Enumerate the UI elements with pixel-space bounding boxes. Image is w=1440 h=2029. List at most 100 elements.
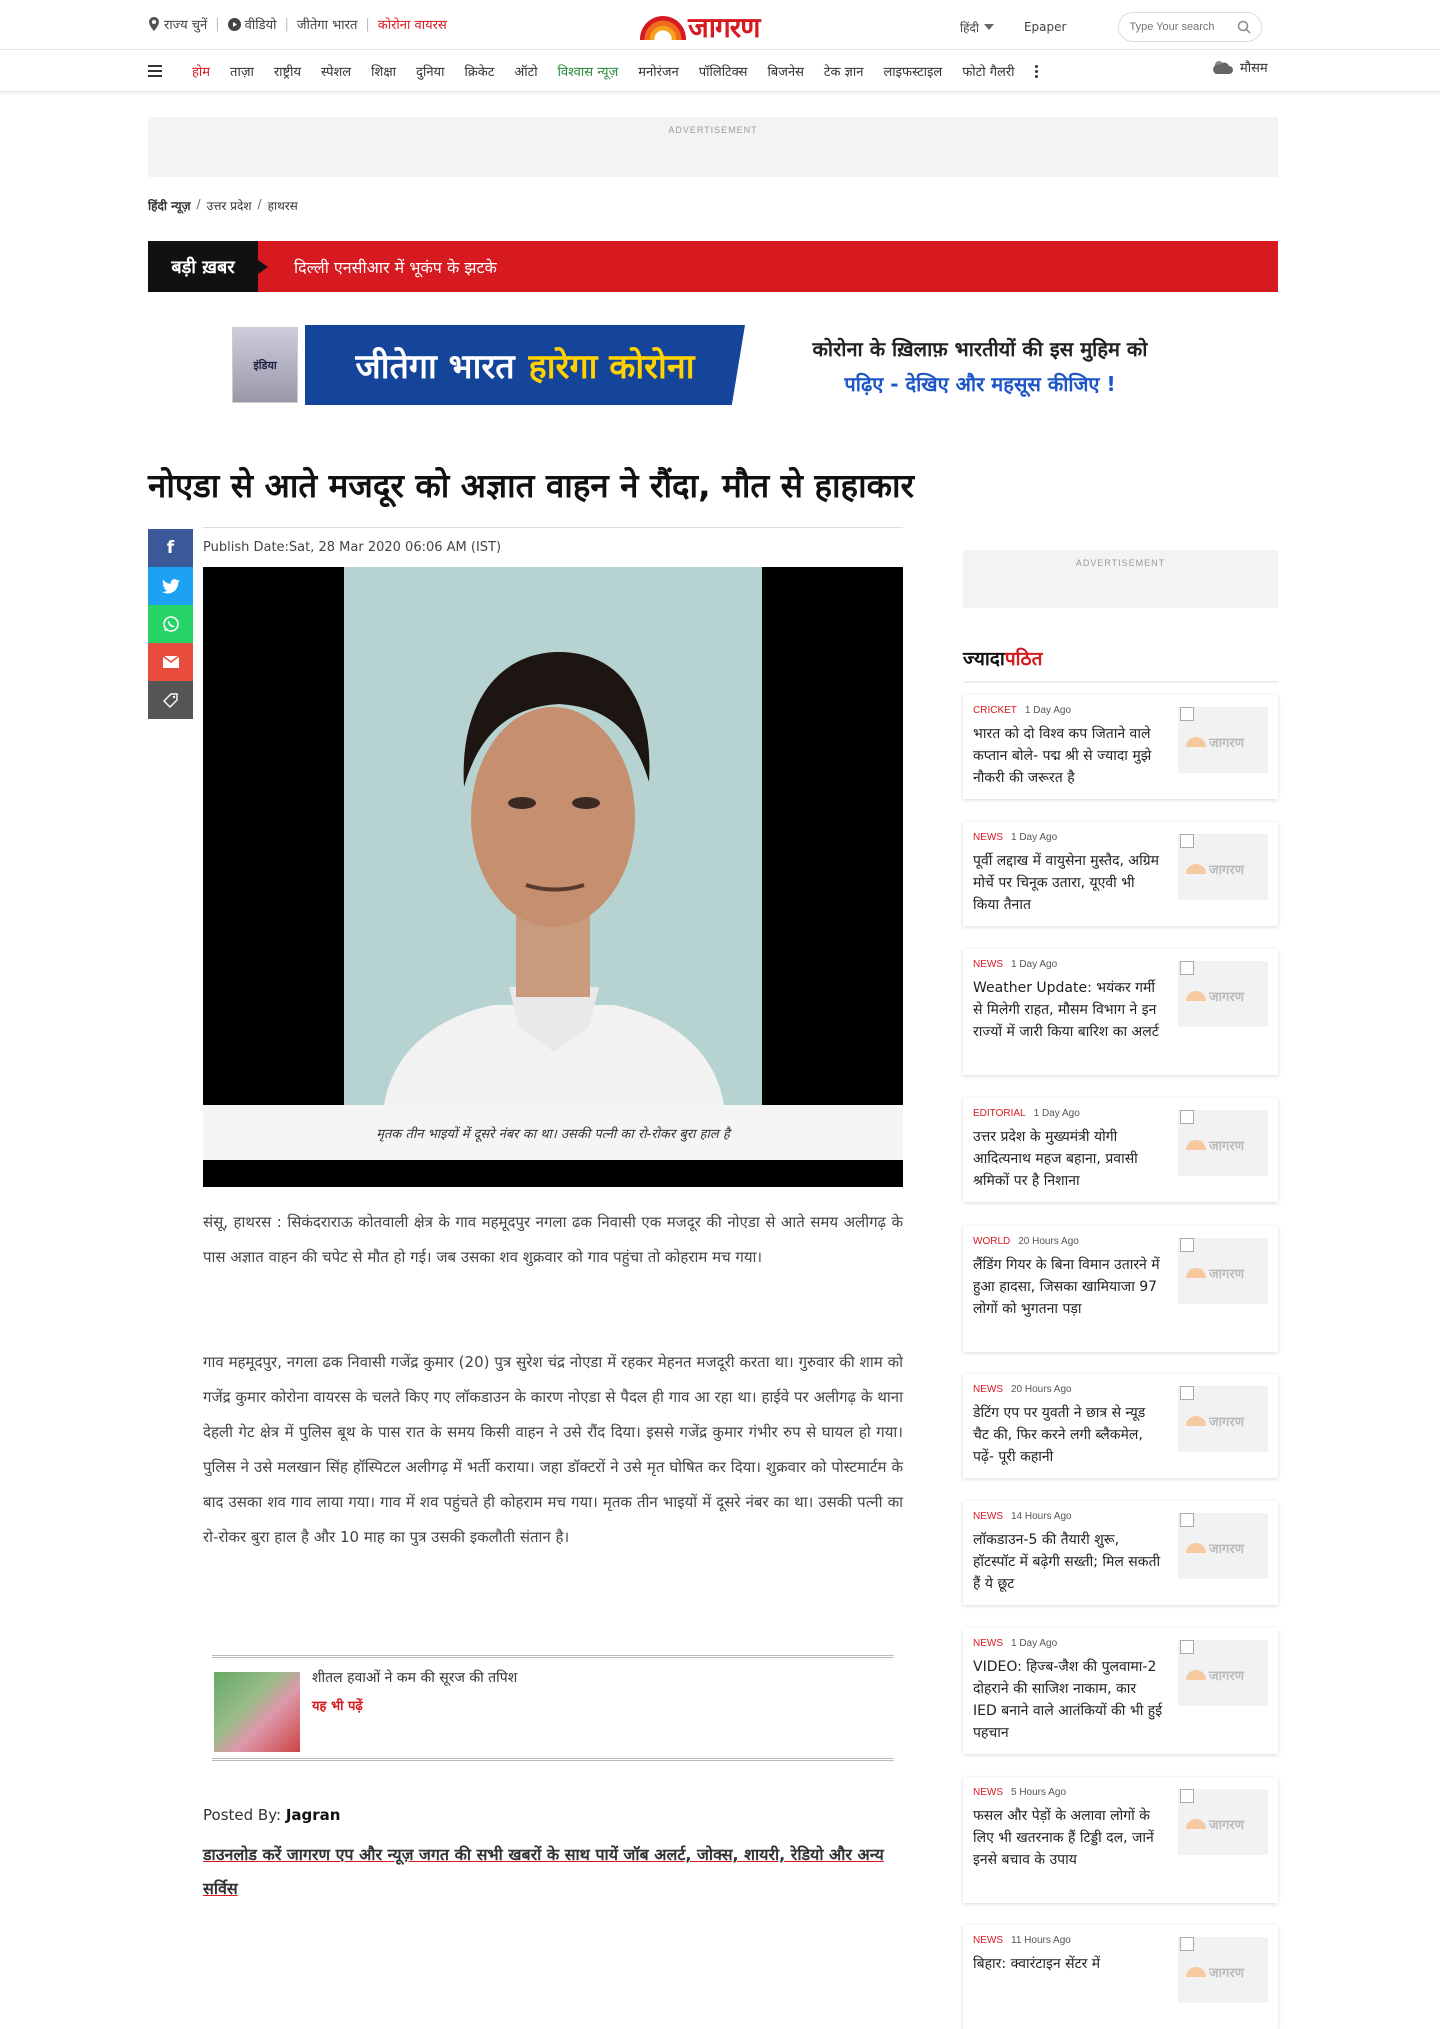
nav-item-national[interactable]: राष्ट्रीय xyxy=(264,62,311,80)
nav-item-tech[interactable]: टेक ज्ञान xyxy=(814,62,874,80)
nav-item-education[interactable]: शिक्षा xyxy=(361,62,406,80)
card-category-label: NEWS xyxy=(973,1787,1003,1798)
breaking-news-link[interactable]: दिल्ली एनसीआर में भूकंप के झटके xyxy=(294,256,497,278)
nav-item-entertainment[interactable]: मनोरंजन xyxy=(628,62,689,80)
corona-virus-link[interactable]: कोरोना वायरस xyxy=(378,15,447,33)
article-paragraph-2: गाव महमूदपुर, नगला ढक निवासी गजेंद्र कुम… xyxy=(203,1353,903,1546)
video-play-icon xyxy=(227,17,241,31)
card-category-label: EDITORIAL xyxy=(973,1108,1026,1119)
state-select-link[interactable]: राज्य चुनें xyxy=(148,15,207,33)
jagran-watermark: जागरण xyxy=(1186,1815,1244,1833)
language-label: हिंदी xyxy=(960,20,979,35)
india-map-thumbnail: इंडिया xyxy=(232,327,298,403)
jagran-logo[interactable]: जागरण xyxy=(640,8,760,46)
article-photo[interactable] xyxy=(344,567,762,1105)
nav-item-special[interactable]: स्पेशल xyxy=(311,62,361,80)
search-icon[interactable] xyxy=(1237,20,1251,34)
related-article-title: शीतल हवाओं ने कम की सूरज की तपिश xyxy=(312,1670,518,1686)
card-title: लैंडिंग गियर के बिना विमान उतारने में हु… xyxy=(973,1257,1160,1317)
tag-icon[interactable] xyxy=(148,681,193,719)
twitter-icon[interactable] xyxy=(148,567,193,605)
image-placeholder-icon xyxy=(1180,1513,1194,1527)
jagran-watermark: जागरण xyxy=(1186,1666,1244,1684)
most-read-card[interactable]: CRICKET 1 Day Ago भारत को दो विश्व कप जिता… xyxy=(963,695,1278,799)
card-thumbnail: जागरण xyxy=(1178,707,1268,773)
card-time: 5 Hours Ago xyxy=(1011,1787,1067,1798)
card-thumbnail: जागरण xyxy=(1178,1386,1268,1452)
most-read-card[interactable]: NEWS 20 Hours Ago डेटिंग एप पर युवती ने छा… xyxy=(963,1374,1278,1478)
more-icon[interactable] xyxy=(1034,64,1038,79)
image-placeholder-icon xyxy=(1180,707,1194,721)
card-title: पूर्वी लद्दाख में वायुसेना मुस्तैद, अग्र… xyxy=(973,853,1159,913)
video-label: वीडियो xyxy=(244,18,277,33)
most-read-card[interactable]: EDITORIAL 1 Day Ago उत्तर प्रदेश के मुख्यम… xyxy=(963,1098,1278,1202)
card-title: फसल और पेड़ों के अलावा लोगों के लिए भी ख… xyxy=(973,1808,1154,1868)
sidebar-advertisement[interactable]: ADVERTISEMENT xyxy=(963,550,1278,608)
article-paragraph-1: संसू, हाथरस : सिकंदराराऊ कोतवाली क्षेत्र… xyxy=(203,1213,903,1266)
card-category: NEWS 1 Day Ago xyxy=(973,959,1057,970)
watermark-text: जागरण xyxy=(1209,1669,1245,1684)
whatsapp-icon[interactable] xyxy=(148,605,193,643)
most-read-card[interactable]: NEWS 5 Hours Ago फसल और पेड़ों के अलावा लो… xyxy=(963,1777,1278,1903)
breaking-news-bar: बड़ी ख़बर दिल्ली एनसीआर में भूकंप के झटक… xyxy=(148,241,1278,292)
email-icon[interactable] xyxy=(148,643,193,681)
language-select[interactable]: हिंदी xyxy=(960,19,994,36)
most-read-card[interactable]: NEWS 1 Day Ago Weather Update: भयंकर गर्मी… xyxy=(963,949,1278,1075)
nav-item-business[interactable]: बिजनेस xyxy=(757,62,813,80)
menu-icon[interactable] xyxy=(148,62,162,80)
nav-item-auto[interactable]: ऑटो xyxy=(504,62,547,80)
nav-item-lifestyle[interactable]: लाइफस्टाइल xyxy=(873,62,952,80)
also-read-link[interactable]: यह भी पढ़ें xyxy=(312,1696,363,1714)
campaign-line-1: कोरोना के ख़िलाफ़ भारतीयों की इस मुहिम क… xyxy=(812,337,1148,361)
top-advertisement[interactable]: ADVERTISEMENT xyxy=(148,117,1278,177)
most-read-card[interactable]: NEWS 14 Hours Ago लॉकडाउन-5 की तैयारी शुरू… xyxy=(963,1501,1278,1605)
nav-item-home[interactable]: होम xyxy=(182,62,220,80)
publish-date: Publish Date:Sat, 28 Mar 2020 06:06 AM (… xyxy=(203,540,502,555)
video-link[interactable]: वीडियो xyxy=(227,15,277,33)
ad-label: ADVERTISEMENT xyxy=(1075,558,1166,568)
card-category: NEWS 14 Hours Ago xyxy=(973,1511,1072,1522)
jagran-watermark: जागरण xyxy=(1186,1264,1244,1282)
jagran-watermark: जागरण xyxy=(1186,1136,1244,1154)
posted-by: Posted By: Jagran xyxy=(203,1806,340,1824)
nav-item-cricket[interactable]: क्रिकेट xyxy=(454,62,504,80)
jeetega-bharat-link[interactable]: जीतेगा भारत xyxy=(297,15,357,33)
most-read-card[interactable]: NEWS 1 Day Ago पूर्वी लद्दाख में वायुसेना … xyxy=(963,822,1278,926)
watermark-text: जागरण xyxy=(1209,1818,1245,1833)
breadcrumb-uttar-pradesh[interactable]: उत्तर प्रदेश xyxy=(207,197,252,214)
nav-item-vishvas-news[interactable]: विश्वास न्यूज़ xyxy=(548,62,629,80)
related-article[interactable]: शीतल हवाओं ने कम की सूरज की तपिश यह भी प… xyxy=(212,1655,894,1761)
most-read-card[interactable]: WORLD 20 Hours Ago लैंडिंग गियर के बिना वि… xyxy=(963,1226,1278,1352)
logo-text: जागरण xyxy=(688,11,760,44)
breadcrumb-hindi-news[interactable]: हिंदी न्यूज़ xyxy=(148,197,191,214)
related-article-image xyxy=(214,1672,300,1752)
top-links: राज्य चुनें | वीडियो | जीतेगा भारत | कोर… xyxy=(148,15,447,33)
nav-item-latest[interactable]: ताज़ा xyxy=(220,62,264,80)
nav-item-politics[interactable]: पॉलिटिक्स xyxy=(689,62,758,80)
corona-campaign-banner[interactable]: इंडिया जीतेगा भारत हारेगा कोरोना कोरोना … xyxy=(230,323,1190,406)
campaign-slogan: जीतेगा भारत हारेगा कोरोना xyxy=(305,325,745,405)
card-thumbnail: जागरण xyxy=(1178,1110,1268,1176)
most-read-card[interactable]: NEWS 1 Day Ago VIDEO: हिज्ब-जैश की पुलवामा… xyxy=(963,1628,1278,1754)
weather-link[interactable]: मौसम xyxy=(1210,58,1268,76)
search-input[interactable] xyxy=(1129,21,1230,33)
card-category: NEWS 1 Day Ago xyxy=(973,832,1057,843)
jagran-watermark: जागरण xyxy=(1186,1539,1244,1557)
breadcrumb-hathras[interactable]: हाथरस xyxy=(268,197,298,214)
top-right-controls: हिंदी Epaper xyxy=(960,12,1263,42)
card-time: 1 Day Ago xyxy=(1011,832,1058,843)
card-category: EDITORIAL 1 Day Ago xyxy=(973,1108,1080,1119)
card-category-label: CRICKET xyxy=(973,705,1017,716)
nav-item-world[interactable]: दुनिया xyxy=(406,62,454,80)
card-time: 1 Day Ago xyxy=(1024,705,1072,716)
most-read-card[interactable]: NEWS 11 Hours Ago बिहार: क्वारंटाइन सेंटर … xyxy=(963,1925,1278,2029)
watermark-text: जागरण xyxy=(1209,1139,1245,1154)
watermark-text: जागरण xyxy=(1209,863,1245,878)
epaper-link[interactable]: Epaper xyxy=(1024,20,1067,34)
share-bar: f xyxy=(148,529,193,719)
facebook-icon[interactable]: f xyxy=(148,529,193,567)
card-category: NEWS 5 Hours Ago xyxy=(973,1787,1066,1798)
download-app-link[interactable]: डाउनलोड करें जागरण एप और न्यूज़ जगत की स… xyxy=(203,1838,903,1906)
nav-item-photo-gallery[interactable]: फोटो गैलरी xyxy=(952,62,1024,80)
card-category-label: NEWS xyxy=(973,1511,1003,1522)
